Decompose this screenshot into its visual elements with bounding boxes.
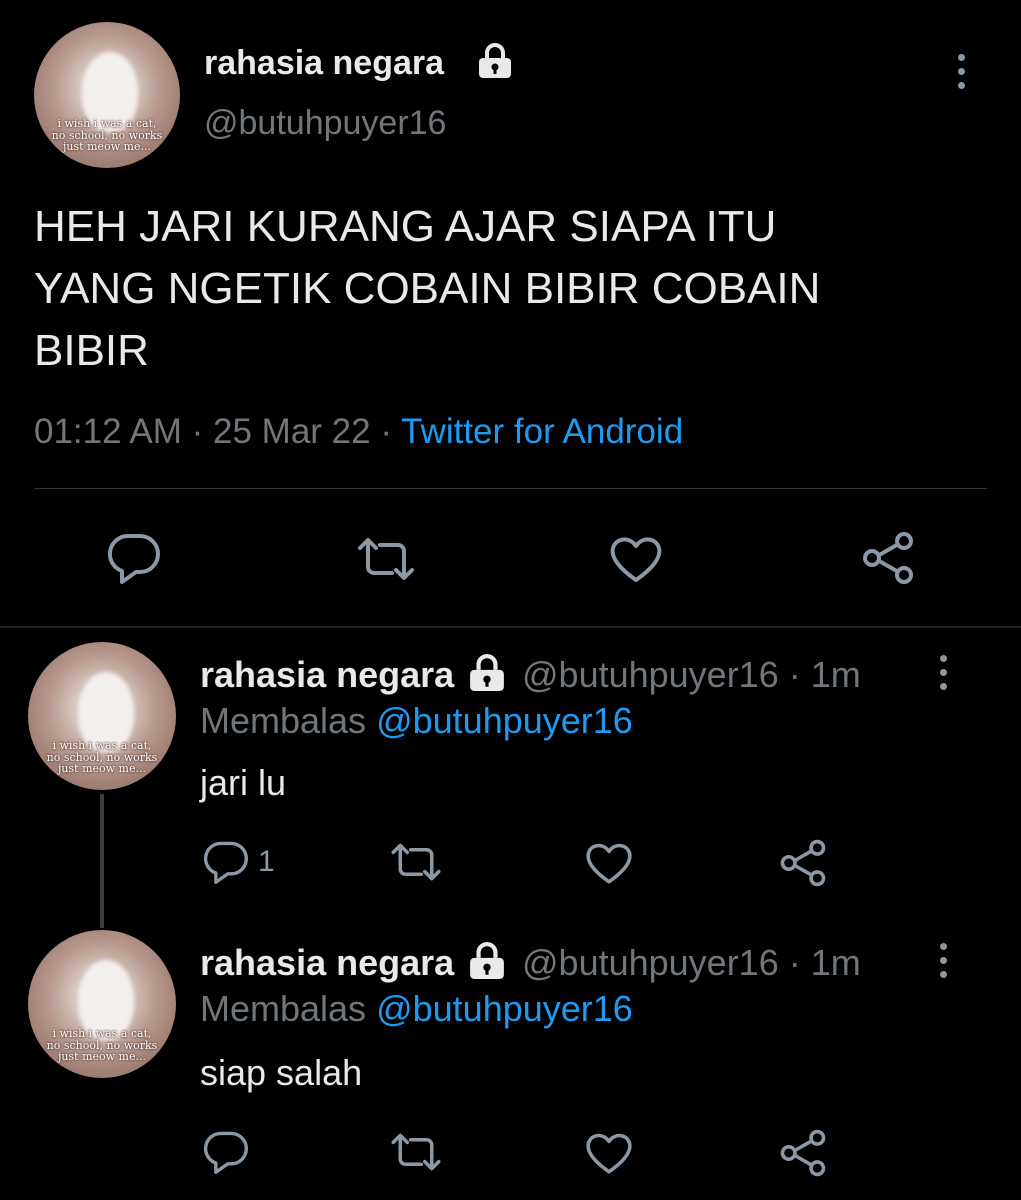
meta-separator: · bbox=[380, 412, 392, 451]
handle[interactable]: @butuhpuyer16 bbox=[522, 942, 779, 983]
avatar-caption: i wish i was a cat, no school, no works … bbox=[51, 117, 163, 154]
thread-line bbox=[100, 794, 104, 928]
replying-prefix: Membalas bbox=[200, 700, 367, 741]
replying-prefix: Membalas bbox=[200, 988, 367, 1029]
lock-icon bbox=[464, 654, 510, 692]
retweet-icon[interactable] bbox=[388, 1130, 444, 1174]
heart-icon[interactable] bbox=[584, 1130, 634, 1176]
reply-icon[interactable] bbox=[106, 532, 162, 584]
avatar[interactable]: i wish i was a cat, no school, no works … bbox=[28, 642, 176, 790]
display-name[interactable]: rahasia negara bbox=[204, 44, 444, 83]
replying-to: Membalas @butuhpuyer16 bbox=[200, 988, 633, 1030]
more-vertical-icon[interactable] bbox=[940, 655, 947, 690]
replying-to: Membalas @butuhpuyer16 bbox=[200, 700, 633, 742]
tweet-meta: 01:12 AM · 25 Mar 22 · Twitter for Andro… bbox=[34, 412, 683, 452]
meta-separator: · bbox=[788, 942, 801, 983]
meta-separator: · bbox=[788, 654, 801, 695]
avatar-caption: i wish i was a cat, no school, no works … bbox=[46, 1027, 158, 1064]
reply-count: 1 bbox=[258, 845, 275, 878]
display-name[interactable]: rahasia negara bbox=[200, 942, 454, 983]
share-icon[interactable] bbox=[778, 838, 828, 888]
lock-icon bbox=[464, 942, 510, 980]
tweet-time: 01:12 AM bbox=[34, 412, 182, 451]
replying-to-link[interactable]: @butuhpuyer16 bbox=[376, 700, 633, 741]
reply-handle-time: @butuhpuyer16 · 1m bbox=[522, 654, 861, 696]
heart-icon[interactable] bbox=[584, 840, 634, 886]
avatar[interactable]: i wish i was a cat, no school, no works … bbox=[34, 22, 180, 168]
retweet-icon[interactable] bbox=[388, 840, 444, 884]
heart-icon[interactable] bbox=[608, 534, 664, 584]
reply-text: jari lu bbox=[200, 762, 287, 803]
share-icon[interactable] bbox=[860, 530, 916, 586]
meta-separator: · bbox=[191, 412, 204, 451]
time-ago[interactable]: 1m bbox=[811, 942, 861, 983]
tweet-date: 25 Mar 22 bbox=[213, 412, 371, 451]
more-vertical-icon[interactable] bbox=[958, 54, 965, 89]
handle[interactable]: @butuhpuyer16 bbox=[204, 104, 446, 143]
reply-handle-time: @butuhpuyer16 · 1m bbox=[522, 942, 861, 984]
reply-icon[interactable] bbox=[202, 1130, 250, 1174]
tweet-source-link[interactable]: Twitter for Android bbox=[401, 412, 683, 451]
more-vertical-icon[interactable] bbox=[940, 943, 947, 978]
reply-text: siap salah bbox=[200, 1052, 363, 1093]
divider bbox=[34, 488, 987, 489]
time-ago[interactable]: 1m bbox=[811, 654, 861, 695]
display-name[interactable]: rahasia negara bbox=[200, 654, 454, 695]
share-icon[interactable] bbox=[778, 1128, 828, 1178]
avatar-caption: i wish i was a cat, no school, no works … bbox=[46, 739, 158, 776]
section-divider bbox=[0, 626, 1021, 628]
lock-icon bbox=[474, 43, 516, 79]
reply-header: rahasia negara bbox=[200, 942, 454, 984]
reply-icon[interactable] bbox=[202, 840, 250, 884]
avatar[interactable]: i wish i was a cat, no school, no works … bbox=[28, 930, 176, 1078]
retweet-icon[interactable] bbox=[354, 534, 418, 584]
reply-header: rahasia negara bbox=[200, 654, 454, 696]
handle[interactable]: @butuhpuyer16 bbox=[522, 654, 779, 695]
tweet-text: HEH JARI KURANG AJAR SIAPA ITU YANG NGET… bbox=[34, 202, 821, 375]
replying-to-link[interactable]: @butuhpuyer16 bbox=[376, 988, 633, 1029]
